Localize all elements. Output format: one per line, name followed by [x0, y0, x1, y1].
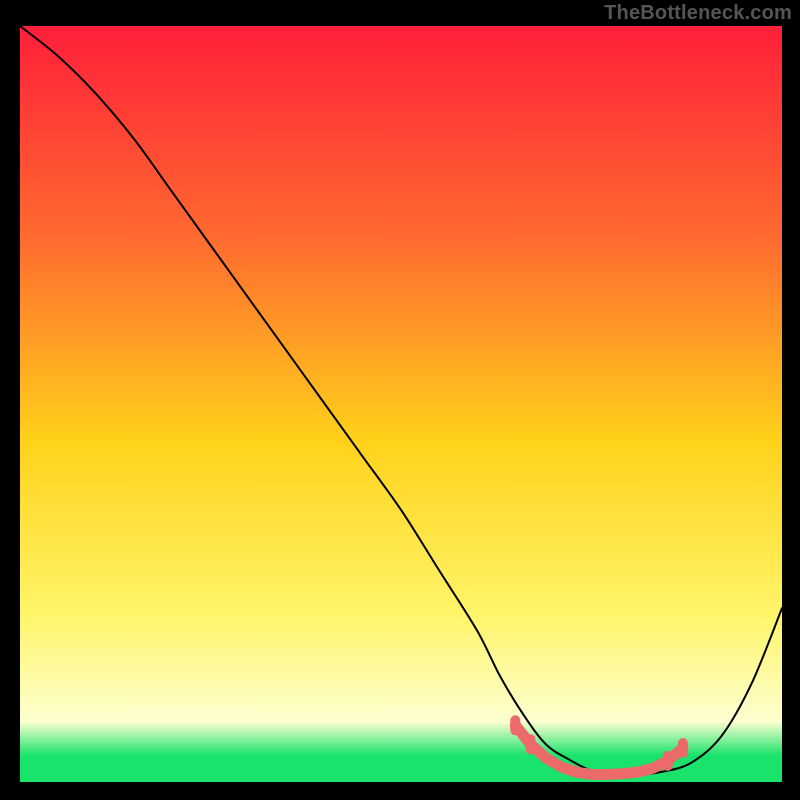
chart-svg — [20, 26, 782, 782]
watermark-text: TheBottleneck.com — [604, 2, 792, 25]
bottleneck-chart — [20, 26, 782, 782]
chart-frame: TheBottleneck.com — [0, 0, 800, 800]
range-end-marker — [663, 751, 673, 771]
range-end-marker — [526, 734, 536, 754]
range-end-marker — [510, 715, 520, 735]
range-end-marker — [678, 738, 688, 758]
